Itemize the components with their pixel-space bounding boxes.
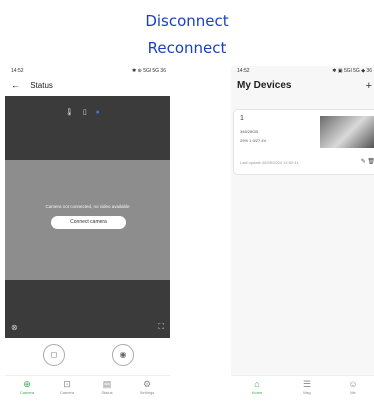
tab-label: Camera xyxy=(59,390,75,395)
page-header: ← Status xyxy=(11,80,53,96)
video-view: 🌡 ▯ ● Camera not connected, no video ava… xyxy=(5,96,170,338)
bottom-tab-bar: ⌂ Home ☰ Msg ☺ Me xyxy=(231,375,374,402)
device-battery: 29% 1.9/27.4V xyxy=(240,138,267,143)
tab-home[interactable]: ⌂ Home xyxy=(239,379,275,395)
battery-icon: ▯ xyxy=(82,109,87,116)
device-thumbnail[interactable] xyxy=(320,116,374,148)
tab-label: Me xyxy=(350,390,356,395)
status-tab-icon: ▤ xyxy=(102,379,112,389)
status-icons: ✱ ⊕ 5Gl 5G 36 xyxy=(132,68,166,74)
caption-reconnect: Reconnect xyxy=(147,39,227,57)
disconnected-overlay: Camera not connected, no video available… xyxy=(5,160,170,280)
messages-icon: ☰ xyxy=(302,379,312,389)
caption-disconnect: Disconnect xyxy=(145,12,229,30)
connection-dot-icon: ● xyxy=(95,109,100,116)
status-bar: 14:52 ✱ ⊕ 5Gl 5G 36 xyxy=(11,68,166,78)
device-storage: 346/28GB xyxy=(240,129,259,134)
video-top-icons: 🌡 ▯ ● xyxy=(65,108,107,116)
status-screen: 14:52 ✱ ⊕ 5Gl 5G 36 ← Status 🌡 ▯ ● Camer… xyxy=(5,66,170,402)
temperature-icon: 🌡 xyxy=(65,109,74,116)
status-icons: ✱ ▣ 5Gl 5G ◆ 36 xyxy=(332,68,372,74)
status-time: 14:52 xyxy=(11,68,24,74)
bottom-tab-bar: ⊕ Camera ⊡ Camera ▤ Status ⚙ Settings xyxy=(5,375,170,402)
tab-label: Msg xyxy=(303,390,311,395)
tab-me[interactable]: ☺ Me xyxy=(335,379,371,395)
my-devices-screen: 14:52 ✱ ▣ 5Gl 5G ◆ 36 My Devices + 1 346… xyxy=(231,66,374,402)
status-bar: 14:52 ✱ ▣ 5Gl 5G ◆ 36 xyxy=(237,68,372,78)
tab-label: Settings xyxy=(139,390,155,395)
tab-camera-2[interactable]: ⊡ Camera xyxy=(49,379,85,395)
connect-camera-button[interactable]: Connect camera xyxy=(51,216,126,229)
device-last-update: Last update 06/05/2024 14:52:41 xyxy=(240,160,299,165)
tab-status[interactable]: ▤ Status xyxy=(89,379,125,395)
tab-settings[interactable]: ⚙ Settings xyxy=(129,379,165,395)
user-icon: ☺ xyxy=(348,379,358,389)
tab-camera[interactable]: ⊕ Camera xyxy=(9,379,45,395)
gear-icon: ⚙ xyxy=(142,379,152,389)
fullscreen-icon[interactable]: ⛶ xyxy=(158,322,164,332)
device-actions[interactable]: ✎ 🗑 xyxy=(361,158,374,165)
record-button[interactable]: ◻ xyxy=(43,344,65,366)
mute-icon[interactable]: ⊗ xyxy=(11,323,18,332)
camera-2-tab-icon: ⊡ xyxy=(63,379,71,389)
no-video-message: Camera not connected, no video available xyxy=(45,204,130,209)
page-title: My Devices xyxy=(237,80,292,91)
camera-tab-icon: ⊕ xyxy=(23,379,31,389)
status-time: 14:52 xyxy=(237,68,250,74)
tab-label: Home xyxy=(251,390,263,395)
back-arrow-icon[interactable]: ← xyxy=(11,80,20,90)
add-device-button[interactable]: + xyxy=(366,80,372,92)
tab-messages[interactable]: ☰ Msg xyxy=(289,379,325,395)
page-title: Status xyxy=(30,81,53,90)
tab-label: Camera xyxy=(19,390,35,395)
device-name: 1 xyxy=(240,115,244,122)
device-card[interactable]: 1 346/28GB 29% 1.9/27.4V Last update 06/… xyxy=(233,109,374,175)
tab-label: Status xyxy=(101,390,113,395)
home-icon: ⌂ xyxy=(254,379,260,389)
snapshot-button[interactable]: ◉ xyxy=(112,344,134,366)
